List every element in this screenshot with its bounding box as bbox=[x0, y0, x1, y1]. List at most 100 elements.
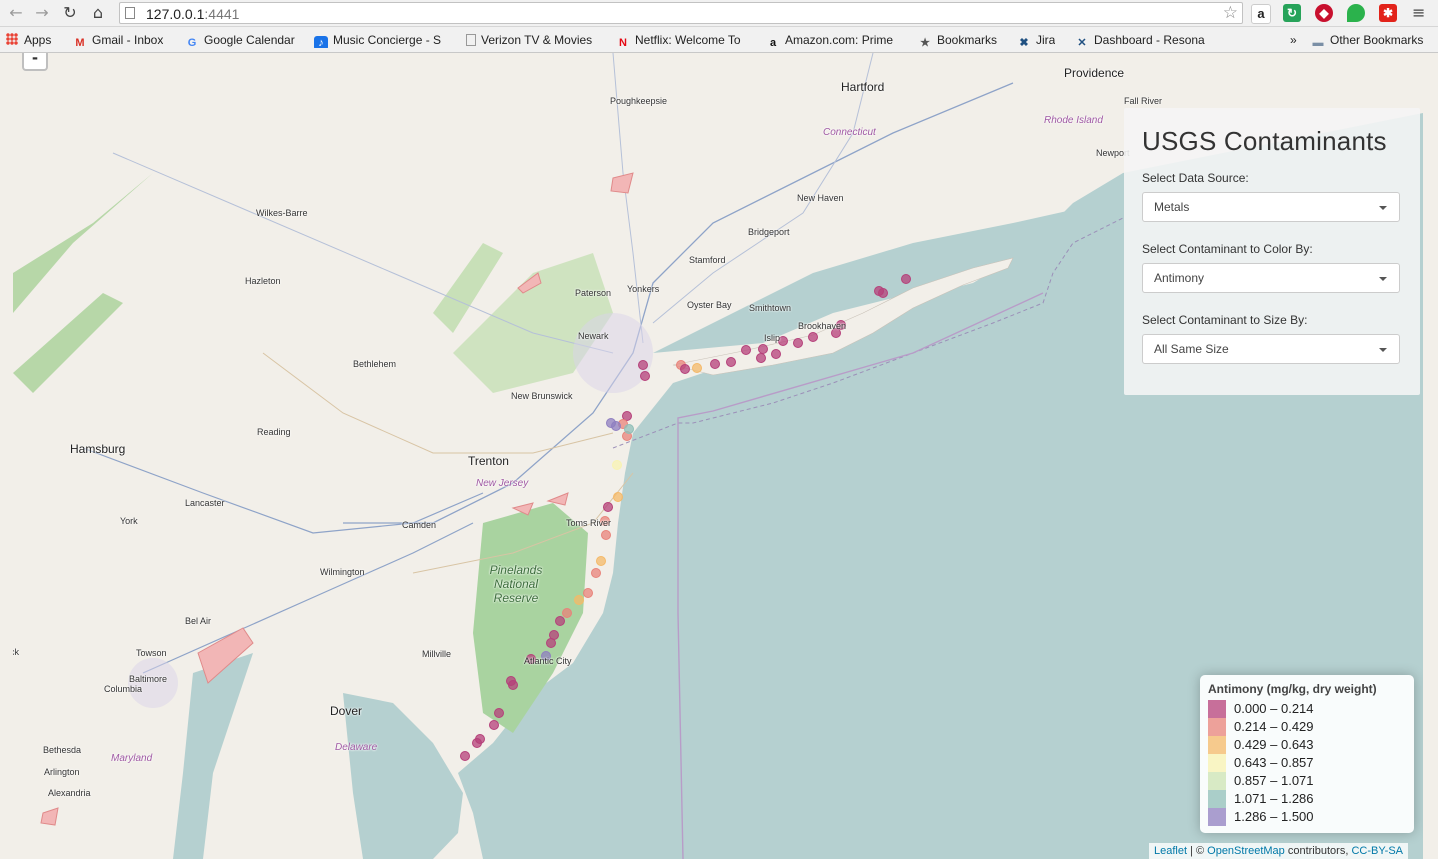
place-label: Islip bbox=[764, 333, 781, 343]
bookmark-star-icon[interactable]: ☆ bbox=[1223, 3, 1238, 23]
urban-area bbox=[573, 313, 653, 393]
sample-marker[interactable] bbox=[878, 288, 888, 298]
lastpass-extension-icon[interactable]: ✱ bbox=[1379, 4, 1397, 22]
sample-marker[interactable] bbox=[562, 608, 572, 618]
apps-grid-icon bbox=[6, 33, 18, 45]
sample-marker[interactable] bbox=[555, 616, 565, 626]
sample-marker[interactable] bbox=[546, 638, 556, 648]
legend-row: 0.214 – 0.429 bbox=[1208, 718, 1406, 736]
back-arrow-icon[interactable]: ← bbox=[6, 4, 26, 22]
sample-marker[interactable] bbox=[596, 556, 606, 566]
place-label: Atlantic City bbox=[524, 656, 572, 666]
restricted-area bbox=[610, 172, 634, 194]
bookmark-amazon[interactable]: a Amazon.com: Prime bbox=[766, 32, 900, 48]
legend-range-label: 0.000 – 0.214 bbox=[1234, 701, 1314, 716]
place-label: Trenton bbox=[468, 454, 509, 468]
leaflet-map[interactable]: - Providence Hartford Fall River Poughkeeps… bbox=[13, 53, 1423, 859]
sample-marker[interactable] bbox=[624, 424, 634, 434]
osm-link[interactable]: OpenStreetMap bbox=[1207, 845, 1285, 857]
data-source-value: Metals bbox=[1154, 200, 1190, 214]
place-label: Camden bbox=[402, 520, 437, 530]
size-by-select[interactable]: All Same Size bbox=[1142, 334, 1400, 364]
data-source-select[interactable]: Metals bbox=[1142, 192, 1400, 222]
place-label: Bethesda bbox=[43, 745, 82, 755]
sample-marker[interactable] bbox=[741, 345, 751, 355]
url-port: :4441 bbox=[204, 6, 240, 22]
bookmark-music-concierge[interactable]: ♪ Music Concierge - S bbox=[314, 32, 452, 48]
sample-marker[interactable] bbox=[460, 751, 470, 761]
sample-marker[interactable] bbox=[692, 363, 702, 373]
amazon-extension-icon[interactable]: a bbox=[1251, 4, 1271, 24]
sample-marker[interactable] bbox=[901, 274, 911, 284]
sample-marker[interactable] bbox=[574, 595, 584, 605]
bookmark-bookmarks[interactable]: ★ Bookmarks bbox=[918, 32, 997, 48]
leaflet-link[interactable]: Leaflet bbox=[1154, 845, 1187, 857]
sample-marker[interactable] bbox=[612, 460, 622, 470]
bookmark-label: Dashboard - Resona bbox=[1094, 33, 1205, 47]
place-label: New Jersey bbox=[476, 478, 529, 489]
bookmark-gmail[interactable]: M Gmail - Inbox bbox=[73, 32, 163, 48]
restricted-area bbox=[546, 492, 569, 506]
sample-marker[interactable] bbox=[494, 708, 504, 718]
place-label: Bel Air bbox=[185, 616, 212, 626]
caret-down-icon bbox=[1379, 348, 1387, 352]
sample-marker[interactable] bbox=[638, 360, 648, 370]
map-attribution: Leaflet | © OpenStreetMap contributors, … bbox=[1148, 843, 1408, 859]
menu-icon[interactable]: ≡ bbox=[1412, 3, 1425, 22]
sample-marker[interactable] bbox=[591, 568, 601, 578]
sample-marker[interactable] bbox=[726, 357, 736, 367]
folder-icon: ▬ bbox=[1312, 37, 1324, 48]
address-bar[interactable]: 127.0.0.1:4441 ☆ bbox=[119, 2, 1243, 24]
place-label: Bethlehem bbox=[353, 359, 397, 369]
bookmark-verizon[interactable]: Verizon TV & Movies bbox=[466, 32, 604, 48]
legend-swatch bbox=[1208, 808, 1226, 826]
bookmark-label: Netflix: Welcome To bbox=[635, 33, 741, 47]
sample-marker[interactable] bbox=[771, 349, 781, 359]
sample-marker[interactable] bbox=[613, 492, 623, 502]
bookmarks-overflow[interactable]: » bbox=[1290, 32, 1297, 48]
bookmark-apps[interactable]: Apps bbox=[6, 32, 51, 48]
bookmark-label: Google Calendar bbox=[204, 33, 295, 47]
sample-marker[interactable] bbox=[601, 530, 611, 540]
sample-marker[interactable] bbox=[680, 364, 690, 374]
green-extension-icon[interactable]: ↻ bbox=[1283, 4, 1301, 22]
bookmark-jira[interactable]: ✖ Jira bbox=[1017, 32, 1055, 48]
sample-marker[interactable] bbox=[808, 332, 818, 342]
evernote-extension-icon[interactable] bbox=[1347, 4, 1365, 22]
sample-marker[interactable] bbox=[758, 344, 768, 354]
place-label: Arlington bbox=[44, 767, 80, 777]
chesapeake-bay bbox=[173, 653, 253, 859]
bookmark-other-bookmarks[interactable]: ▬ Other Bookmarks bbox=[1311, 32, 1424, 48]
reload-icon[interactable]: ↻ bbox=[60, 4, 80, 22]
sample-marker[interactable] bbox=[603, 502, 613, 512]
sample-marker[interactable] bbox=[583, 588, 593, 598]
bookmark-netflix[interactable]: N Netflix: Welcome To bbox=[616, 32, 752, 48]
sample-marker[interactable] bbox=[606, 418, 616, 428]
legend-row: 1.286 – 1.500 bbox=[1208, 808, 1406, 826]
sample-marker[interactable] bbox=[472, 738, 482, 748]
place-label: ck bbox=[13, 647, 19, 657]
sample-marker[interactable] bbox=[489, 720, 499, 730]
sample-marker[interactable] bbox=[710, 359, 720, 369]
legend-swatch bbox=[1208, 772, 1226, 790]
bookmark-google-calendar[interactable]: G Google Calendar bbox=[185, 32, 295, 48]
place-label: Stamford bbox=[689, 255, 726, 265]
forward-arrow-icon[interactable]: → bbox=[32, 4, 52, 22]
license-link[interactable]: CC-BY-SA bbox=[1351, 845, 1403, 857]
overflow-icon: » bbox=[1290, 33, 1297, 47]
bookmark-dashboard[interactable]: ✕ Dashboard - Resona bbox=[1075, 32, 1215, 48]
sample-marker[interactable] bbox=[793, 338, 803, 348]
legend-swatch bbox=[1208, 736, 1226, 754]
legend-row: 0.429 – 0.643 bbox=[1208, 736, 1406, 754]
place-label: Connecticut bbox=[823, 127, 876, 138]
red-extension-icon[interactable]: ◆ bbox=[1315, 4, 1333, 22]
zoom-out-button[interactable]: - bbox=[22, 53, 48, 71]
sample-marker[interactable] bbox=[756, 353, 766, 363]
legend-row: 0.643 – 0.857 bbox=[1208, 754, 1406, 772]
sample-marker[interactable] bbox=[640, 371, 650, 381]
browser-toolbar: ← → ↻ ⌂ 127.0.0.1:4441 ☆ a ↻ ◆ ✱ ≡ bbox=[0, 0, 1438, 27]
netflix-icon: N bbox=[619, 37, 627, 48]
sample-marker[interactable] bbox=[508, 680, 518, 690]
color-by-select[interactable]: Antimony bbox=[1142, 263, 1400, 293]
home-icon[interactable]: ⌂ bbox=[88, 4, 108, 22]
